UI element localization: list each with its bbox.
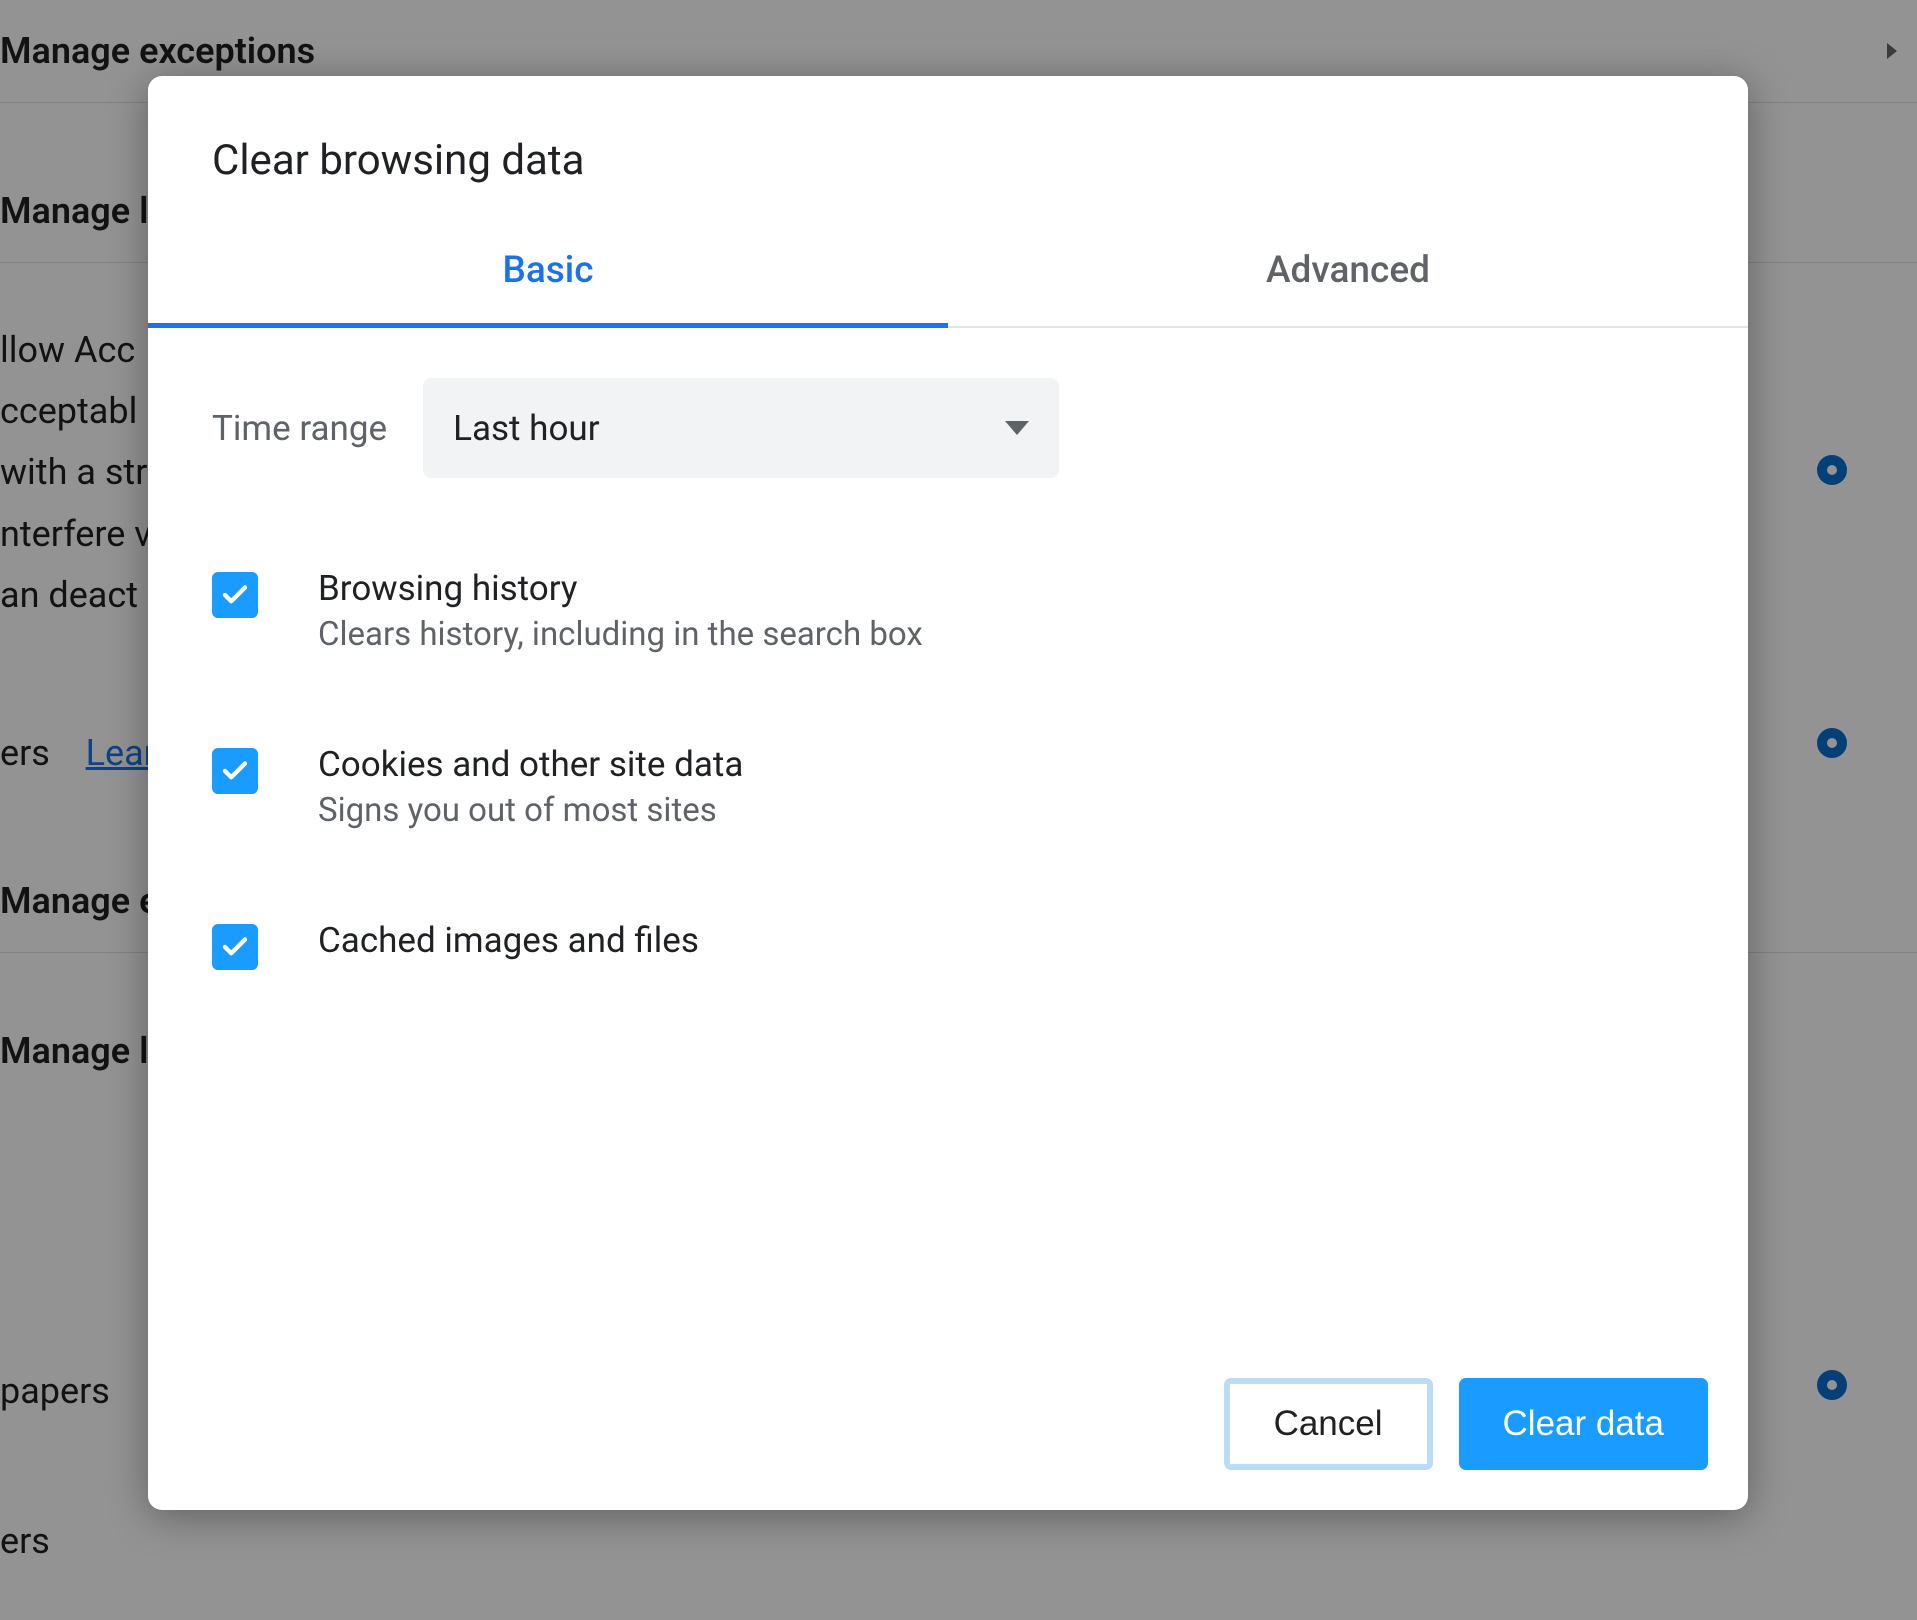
- checkbox-cache[interactable]: [212, 924, 258, 970]
- time-range-value: Last hour: [453, 408, 599, 449]
- option-cache: Cached images and files: [212, 920, 1684, 970]
- tab-advanced-label: Advanced: [1266, 249, 1430, 292]
- option-title: Browsing history: [318, 568, 923, 609]
- dialog-title: Clear browsing data: [212, 136, 1684, 185]
- time-range-label: Time range: [212, 408, 387, 449]
- option-description: Signs you out of most sites: [318, 791, 743, 830]
- option-title: Cookies and other site data: [318, 744, 743, 785]
- checkbox-browsing-history[interactable]: [212, 572, 258, 618]
- option-title: Cached images and files: [318, 920, 699, 961]
- clear-browsing-data-dialog: Clear browsing data Basic Advanced Time …: [148, 76, 1748, 1510]
- dialog-header: Clear browsing data: [148, 76, 1748, 215]
- clear-data-button-label: Clear data: [1503, 1404, 1664, 1444]
- option-description: Clears history, including in the search …: [318, 615, 923, 654]
- tab-basic[interactable]: Basic: [148, 215, 948, 326]
- check-icon: [220, 932, 250, 962]
- option-cookies: Cookies and other site data Signs you ou…: [212, 744, 1684, 830]
- dialog-body: Time range Last hour Browsing history Cl…: [148, 328, 1748, 1348]
- checkbox-cookies[interactable]: [212, 748, 258, 794]
- check-icon: [220, 580, 250, 610]
- tab-basic-label: Basic: [502, 249, 593, 292]
- option-browsing-history: Browsing history Clears history, includi…: [212, 568, 1684, 654]
- check-icon: [220, 756, 250, 786]
- clear-data-button[interactable]: Clear data: [1459, 1378, 1708, 1470]
- time-range-select[interactable]: Last hour: [423, 378, 1059, 478]
- cancel-button[interactable]: Cancel: [1224, 1378, 1433, 1470]
- dialog-footer: Cancel Clear data: [148, 1348, 1748, 1510]
- cancel-button-label: Cancel: [1274, 1404, 1383, 1444]
- time-range-row: Time range Last hour: [212, 378, 1684, 478]
- tab-advanced[interactable]: Advanced: [948, 215, 1748, 326]
- tabs: Basic Advanced: [148, 215, 1748, 328]
- dropdown-caret-icon: [1005, 421, 1029, 435]
